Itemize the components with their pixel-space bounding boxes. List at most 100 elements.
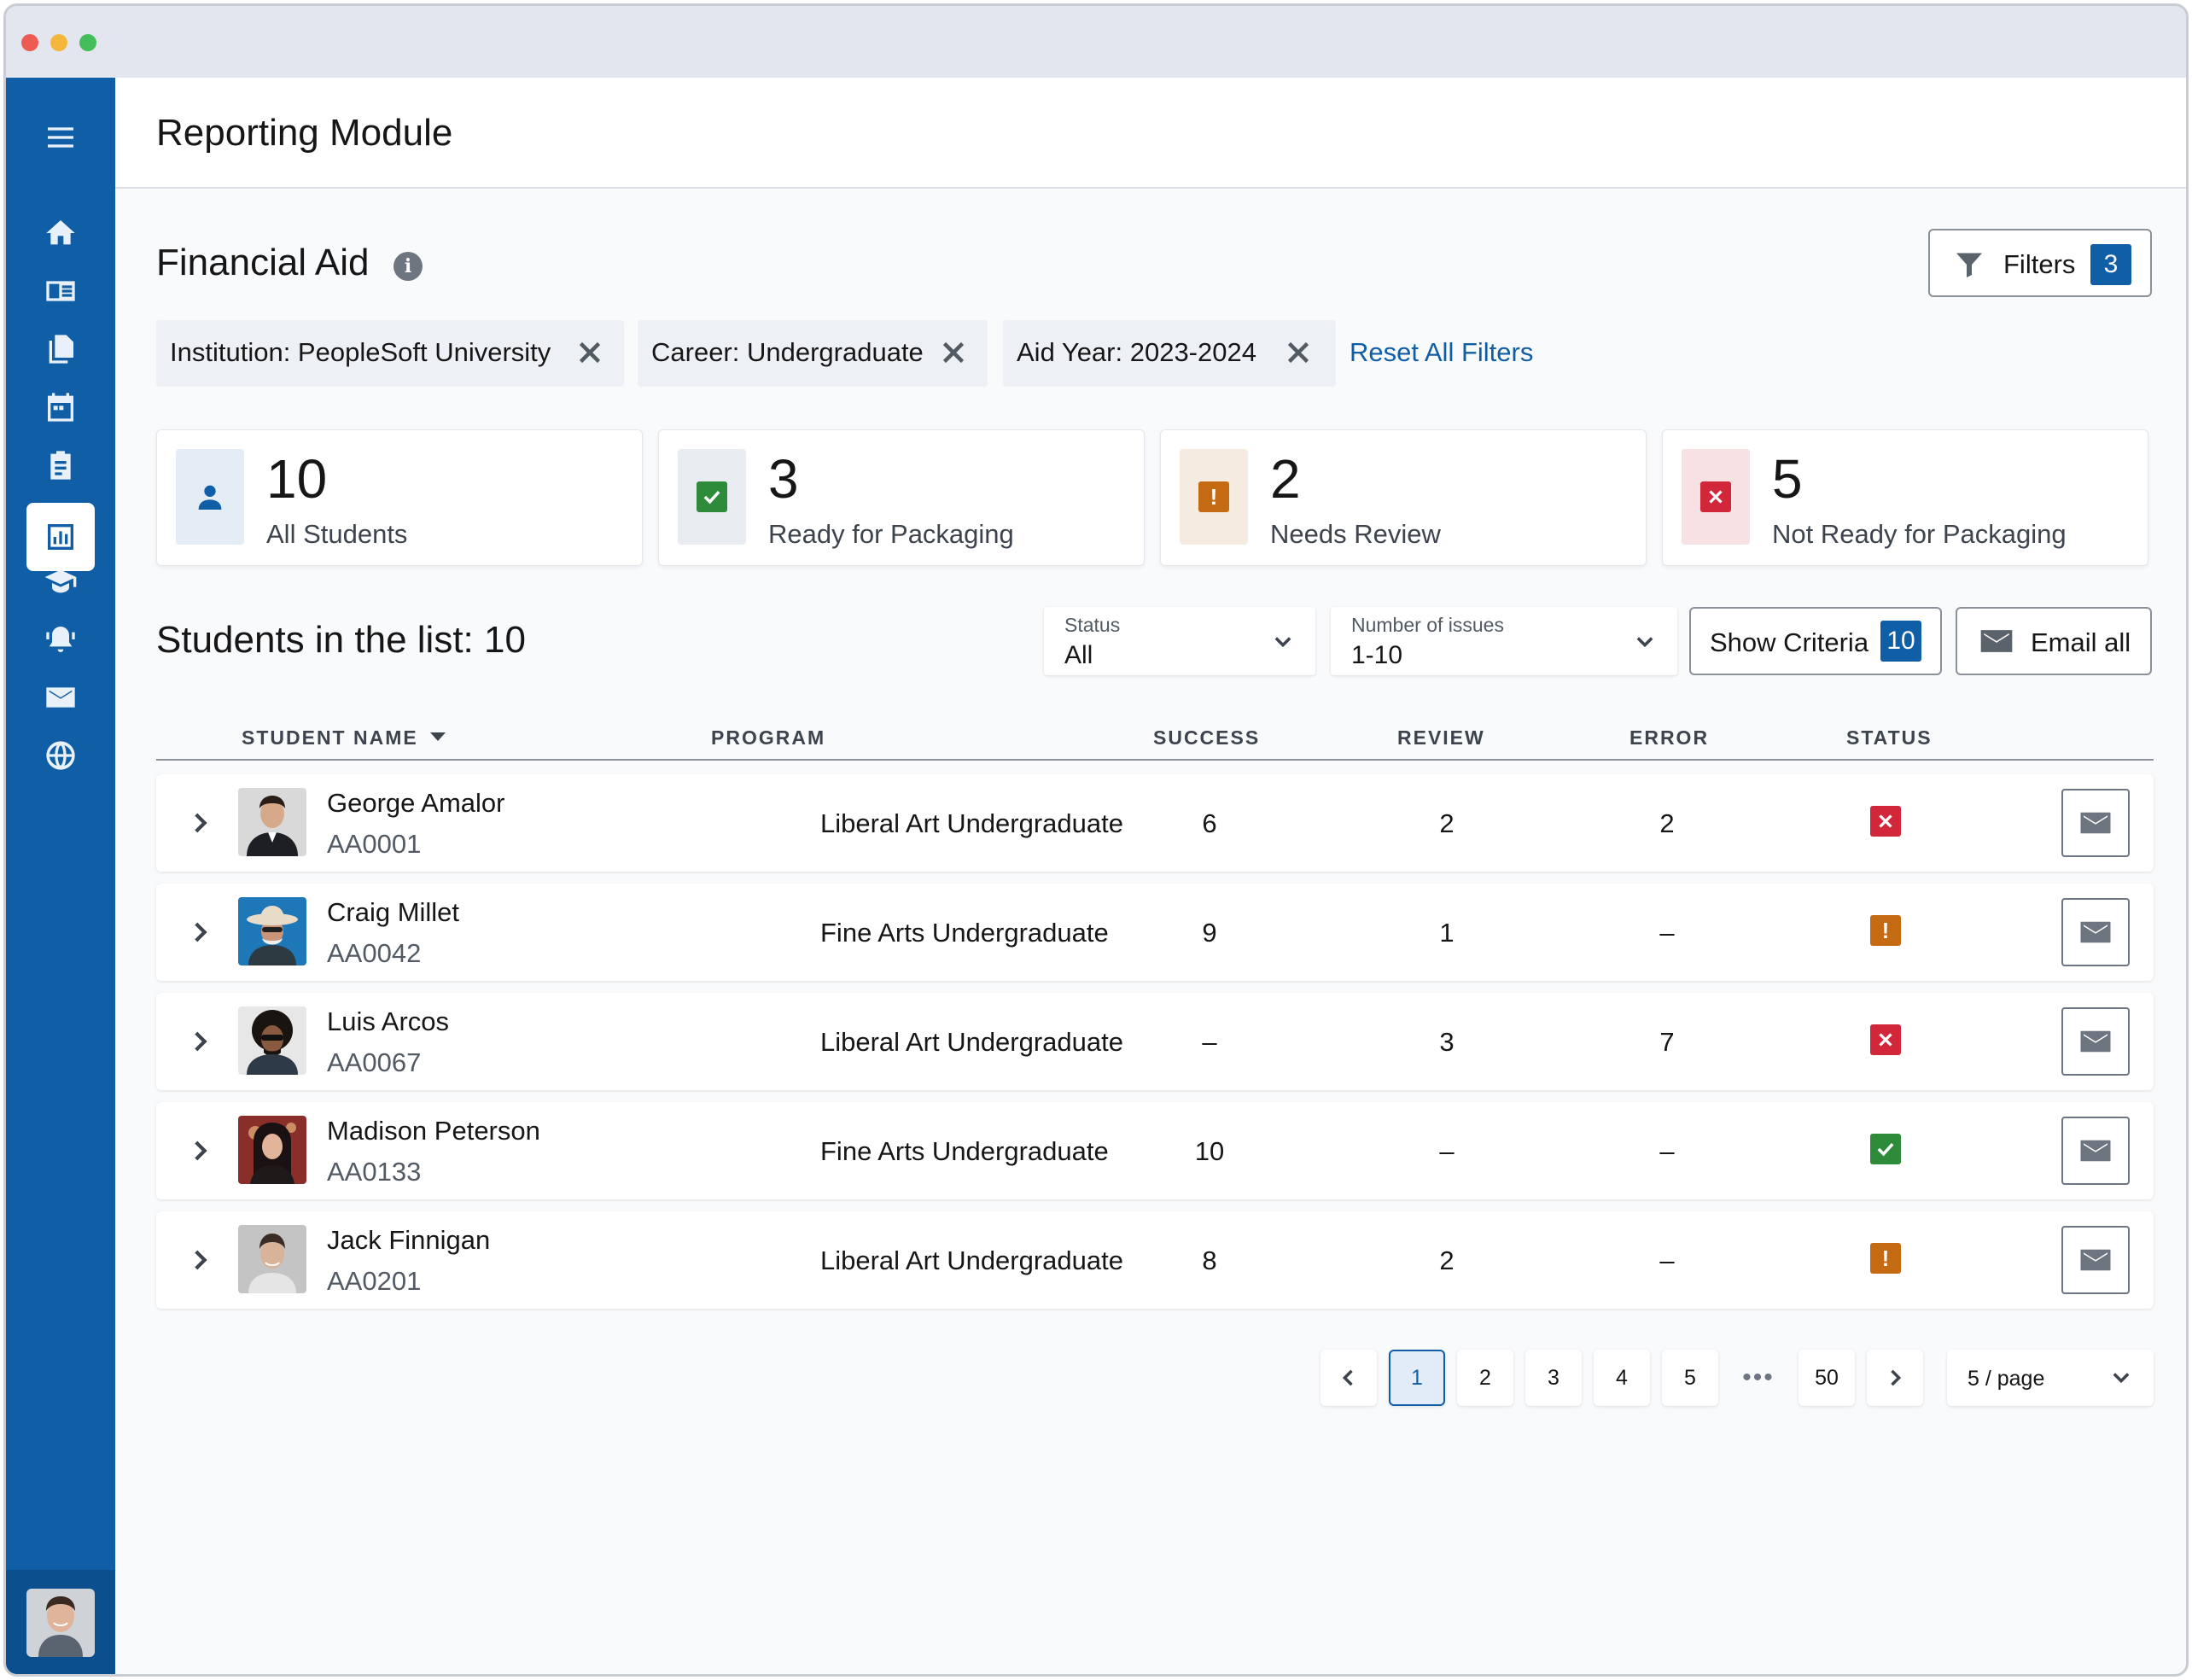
close-window-button[interactable] [21, 34, 38, 51]
column-header-program: PROGRAM [711, 726, 826, 749]
table-row[interactable]: George Amalor AA0001 Liberal Art Undergr… [156, 774, 2154, 872]
filter-icon [1956, 253, 1982, 277]
column-header-student-name[interactable]: STUDENT NAME [242, 726, 446, 750]
page-button-1[interactable]: 1 [1389, 1350, 1445, 1406]
summary-label: Ready for Packaging [768, 519, 1014, 549]
filters-button-label: Filters [2003, 249, 2076, 279]
chevron-right-icon[interactable] [185, 918, 214, 947]
summary-value: 2 [1270, 448, 1301, 510]
chevron-right-icon[interactable] [185, 1027, 214, 1056]
page-size-select[interactable]: 5 / page [1947, 1350, 2154, 1406]
issues-dropdown[interactable]: Number of issues 1-10 [1331, 607, 1677, 675]
summary-label: All Students [266, 519, 408, 549]
sidebar [6, 78, 115, 1674]
column-header-error: ERROR [1629, 726, 1710, 749]
summary-card-needs-review[interactable]: ! 2 Needs Review [1160, 429, 1647, 566]
close-icon[interactable] [938, 337, 969, 368]
clipboard-icon[interactable] [26, 431, 95, 499]
main-content: Financial Aid i Filters 3 Institution: P… [115, 190, 2186, 1674]
info-icon[interactable]: i [394, 252, 423, 281]
page-ellipsis[interactable]: ••• [1730, 1350, 1787, 1406]
review-count: 1 [1439, 918, 1455, 948]
mail-icon [2080, 921, 2111, 943]
table-row[interactable]: Madison Peterson AA0133 Fine Arts Underg… [156, 1102, 2154, 1199]
check-status-icon [1870, 1134, 1901, 1164]
email-all-button[interactable]: Email all [1956, 607, 2152, 675]
status-dropdown[interactable]: Status All [1044, 607, 1315, 675]
show-criteria-button[interactable]: Show Criteria 10 [1689, 607, 1942, 675]
email-all-label: Email all [2031, 627, 2131, 657]
student-name: Madison Peterson [327, 1116, 540, 1146]
show-criteria-label: Show Criteria [1710, 627, 1869, 657]
filter-chip-aid-year: Aid Year: 2023-2024 [1003, 320, 1336, 387]
summary-card-ready[interactable]: 3 Ready for Packaging [658, 429, 1145, 566]
students-count-title: Students in the list: 10 [156, 619, 526, 661]
table-row[interactable]: Luis Arcos AA0067 Liberal Art Undergradu… [156, 993, 2154, 1090]
filters-button[interactable]: Filters 3 [1928, 229, 2152, 297]
review-count: 2 [1439, 1245, 1455, 1275]
issues-dropdown-value: 1-10 [1351, 641, 1403, 669]
student-id: AA0001 [327, 829, 422, 859]
status-dropdown-value: All [1064, 641, 1093, 669]
issues-dropdown-caption: Number of issues [1351, 614, 1504, 636]
summary-label: Not Ready for Packaging [1772, 519, 2067, 549]
table-row[interactable]: Jack Finnigan AA0201 Liberal Art Undergr… [156, 1211, 2154, 1309]
avatar [238, 788, 306, 856]
review-count: 2 [1439, 808, 1455, 838]
student-name: Jack Finnigan [327, 1225, 491, 1255]
filter-chip-label: Institution: PeopleSoft University [170, 337, 551, 367]
student-name: Craig Millet [327, 897, 460, 927]
error-count: 2 [1659, 808, 1675, 838]
success-count: 10 [1194, 1136, 1225, 1166]
person-icon [176, 449, 244, 545]
review-count: – [1439, 1136, 1455, 1166]
minimize-window-button[interactable] [50, 34, 67, 51]
user-avatar[interactable] [26, 1589, 95, 1657]
success-count: 8 [1202, 1245, 1217, 1275]
previous-page-button[interactable] [1320, 1350, 1377, 1406]
maximize-window-button[interactable] [79, 34, 96, 51]
avatar [238, 897, 306, 965]
email-student-button[interactable] [2061, 898, 2130, 966]
mail-icon [2080, 1249, 2111, 1271]
next-page-button[interactable] [1867, 1350, 1923, 1406]
program: Liberal Art Undergraduate [820, 808, 1124, 838]
success-count: – [1202, 1027, 1217, 1057]
close-icon[interactable] [1283, 337, 1314, 368]
page-button-2[interactable]: 2 [1457, 1350, 1513, 1406]
success-count: 6 [1202, 808, 1217, 838]
summary-card-not-ready[interactable]: 5 Not Ready for Packaging [1662, 429, 2148, 566]
page-button-3[interactable]: 3 [1525, 1350, 1582, 1406]
error-status-icon [1870, 1024, 1901, 1055]
sort-down-icon[interactable] [430, 732, 446, 741]
chevron-down-icon [1271, 629, 1295, 653]
error-count: – [1659, 918, 1675, 948]
globe-icon[interactable] [26, 721, 95, 790]
student-name: George Amalor [327, 788, 505, 818]
email-student-button[interactable] [2061, 1007, 2130, 1076]
chevron-right-icon[interactable] [185, 1136, 214, 1165]
mail-icon [2080, 812, 2111, 834]
error-count: – [1659, 1245, 1675, 1275]
sidebar-footer [6, 1570, 115, 1674]
table-row[interactable]: Craig Millet AA0042 Fine Arts Undergradu… [156, 884, 2154, 981]
page-button-50[interactable]: 50 [1798, 1350, 1855, 1406]
page-button-4[interactable]: 4 [1594, 1350, 1650, 1406]
review-count: 3 [1439, 1027, 1455, 1057]
chevron-down-icon [1633, 629, 1657, 653]
chevron-right-icon[interactable] [185, 1245, 214, 1275]
email-student-button[interactable] [2061, 1226, 2130, 1294]
menu-icon[interactable] [26, 103, 95, 172]
close-icon[interactable] [574, 337, 605, 368]
window-titlebar [6, 6, 2186, 78]
warning-status-icon: ! [1870, 915, 1901, 946]
chevron-right-icon[interactable] [185, 808, 214, 837]
summary-card-all-students[interactable]: 10 All Students [156, 429, 643, 566]
email-student-button[interactable] [2061, 1117, 2130, 1185]
chevron-right-icon [1891, 1369, 1902, 1386]
reset-all-filters-link[interactable]: Reset All Filters [1350, 337, 1533, 368]
avatar [238, 1006, 306, 1075]
page-button-5[interactable]: 5 [1662, 1350, 1718, 1406]
student-name: Luis Arcos [327, 1006, 450, 1036]
email-student-button[interactable] [2061, 789, 2130, 857]
